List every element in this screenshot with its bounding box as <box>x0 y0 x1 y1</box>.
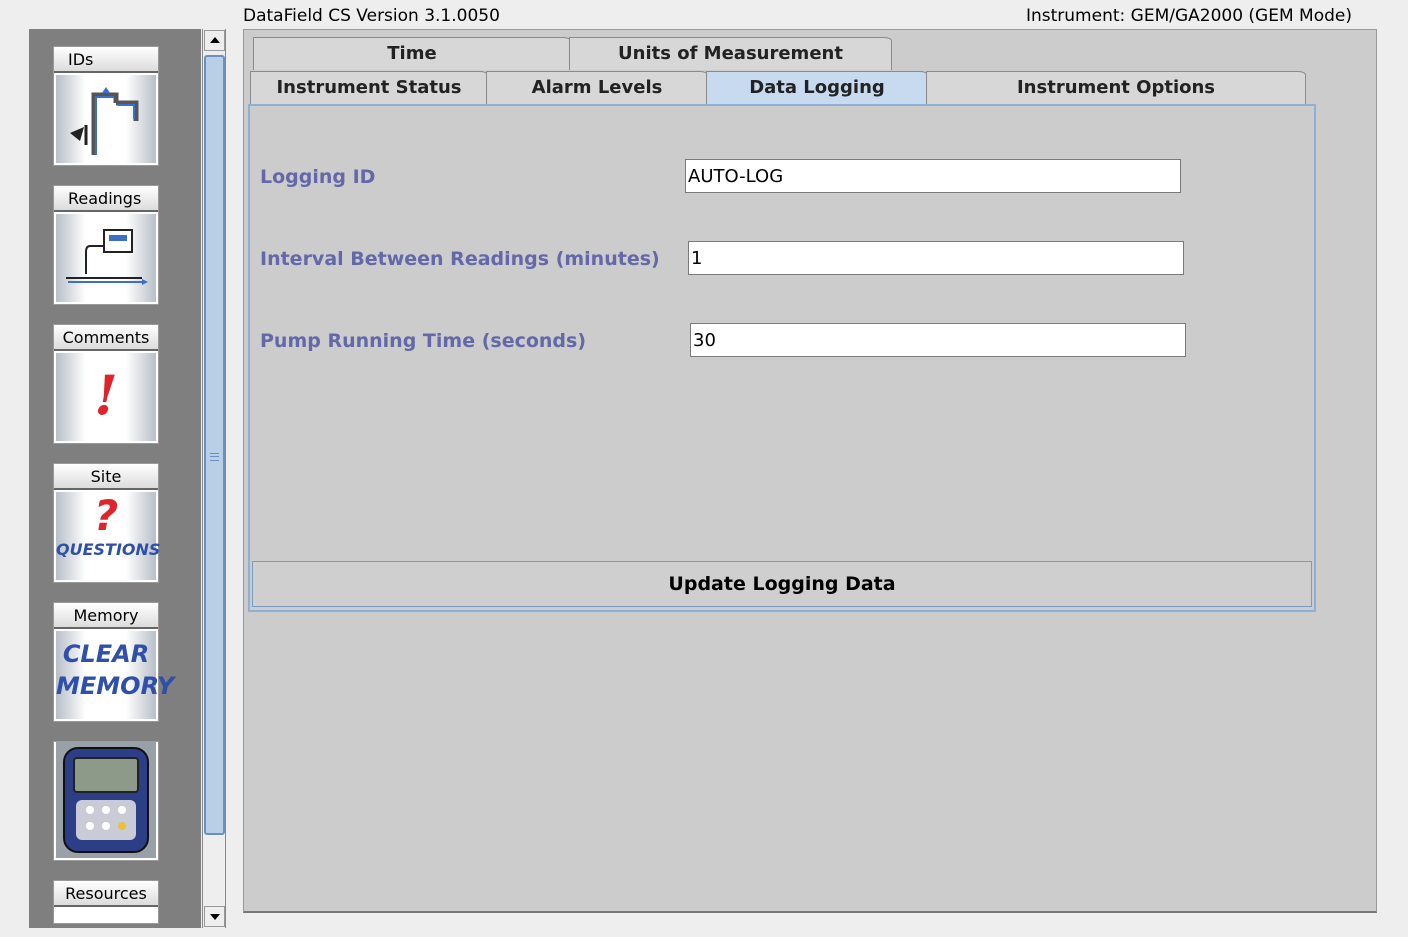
sidebar-item-instrument[interactable] <box>53 741 159 861</box>
sidebar-item-label: IDs <box>54 47 158 73</box>
clear-text: CLEAR <box>62 640 150 668</box>
app-version-label: DataField CS Version 3.1.0050 <box>243 6 500 26</box>
sidebar-item-label: Readings <box>54 186 158 212</box>
questions-icon: ? QUESTIONS <box>56 491 161 580</box>
exclamation-mark: ! <box>94 363 118 427</box>
sidebar-item-resources[interactable]: Resources <box>53 880 159 924</box>
scroll-grip-icon <box>210 453 219 461</box>
sidebar-item-readings[interactable]: ✓ Readings <box>53 185 159 305</box>
tab-units-of-measurement[interactable]: Units of Measurement <box>569 37 892 70</box>
update-logging-data-button[interactable]: Update Logging Data <box>252 561 1312 607</box>
tab-alarm-levels[interactable]: Alarm Levels <box>486 71 708 104</box>
logging-id-label: Logging ID <box>260 166 376 188</box>
pipe-id-icon <box>56 75 156 163</box>
sidebar-item-label: Site <box>54 464 158 490</box>
sidebar-item-label: Resources <box>54 881 158 907</box>
sidebar-item-site[interactable]: Site ? QUESTIONS <box>53 463 161 583</box>
sidebar-item-memory[interactable]: Memory CLEAR MEMORY <box>53 602 175 722</box>
sidebar: ✓ IDs ✓ Readings <box>29 29 201 928</box>
tab-instrument-status[interactable]: Instrument Status <box>250 71 488 104</box>
tab-data-logging[interactable]: Data Logging <box>706 71 928 104</box>
interval-label: Interval Between Readings (minutes) <box>260 248 660 270</box>
scroll-up-arrow-icon[interactable] <box>204 30 225 51</box>
tab-time[interactable]: Time <box>253 37 571 70</box>
questions-text: QUESTIONS <box>56 540 161 559</box>
scroll-thumb[interactable] <box>204 55 225 835</box>
pump-time-label: Pump Running Time (seconds) <box>260 330 587 352</box>
exclamation-icon: ! <box>56 353 156 441</box>
interval-input[interactable] <box>688 241 1184 275</box>
memory-text: MEMORY <box>56 672 175 700</box>
sidebar-item-label: Memory <box>54 603 158 629</box>
sidebar-scrollbar[interactable] <box>202 29 226 928</box>
sidebar-item-comments[interactable]: Comments ! <box>53 324 159 444</box>
readings-monitor-icon <box>56 214 156 302</box>
pump-time-input[interactable] <box>690 323 1186 357</box>
sidebar-item-ids[interactable]: ✓ IDs <box>53 46 159 166</box>
clear-memory-icon: CLEAR MEMORY <box>56 631 175 719</box>
data-logging-panel: Logging ID Interval Between Readings (mi… <box>248 104 1316 612</box>
tab-instrument-options[interactable]: Instrument Options <box>926 71 1306 104</box>
instrument-device-icon <box>56 742 156 858</box>
instrument-label: Instrument: GEM/GA2000 (GEM Mode) <box>1025 6 1352 26</box>
sidebar-item-label: Comments <box>54 325 158 351</box>
scroll-down-arrow-icon[interactable] <box>204 906 225 927</box>
logging-id-input[interactable] <box>685 159 1181 193</box>
question-mark: ? <box>93 491 119 540</box>
